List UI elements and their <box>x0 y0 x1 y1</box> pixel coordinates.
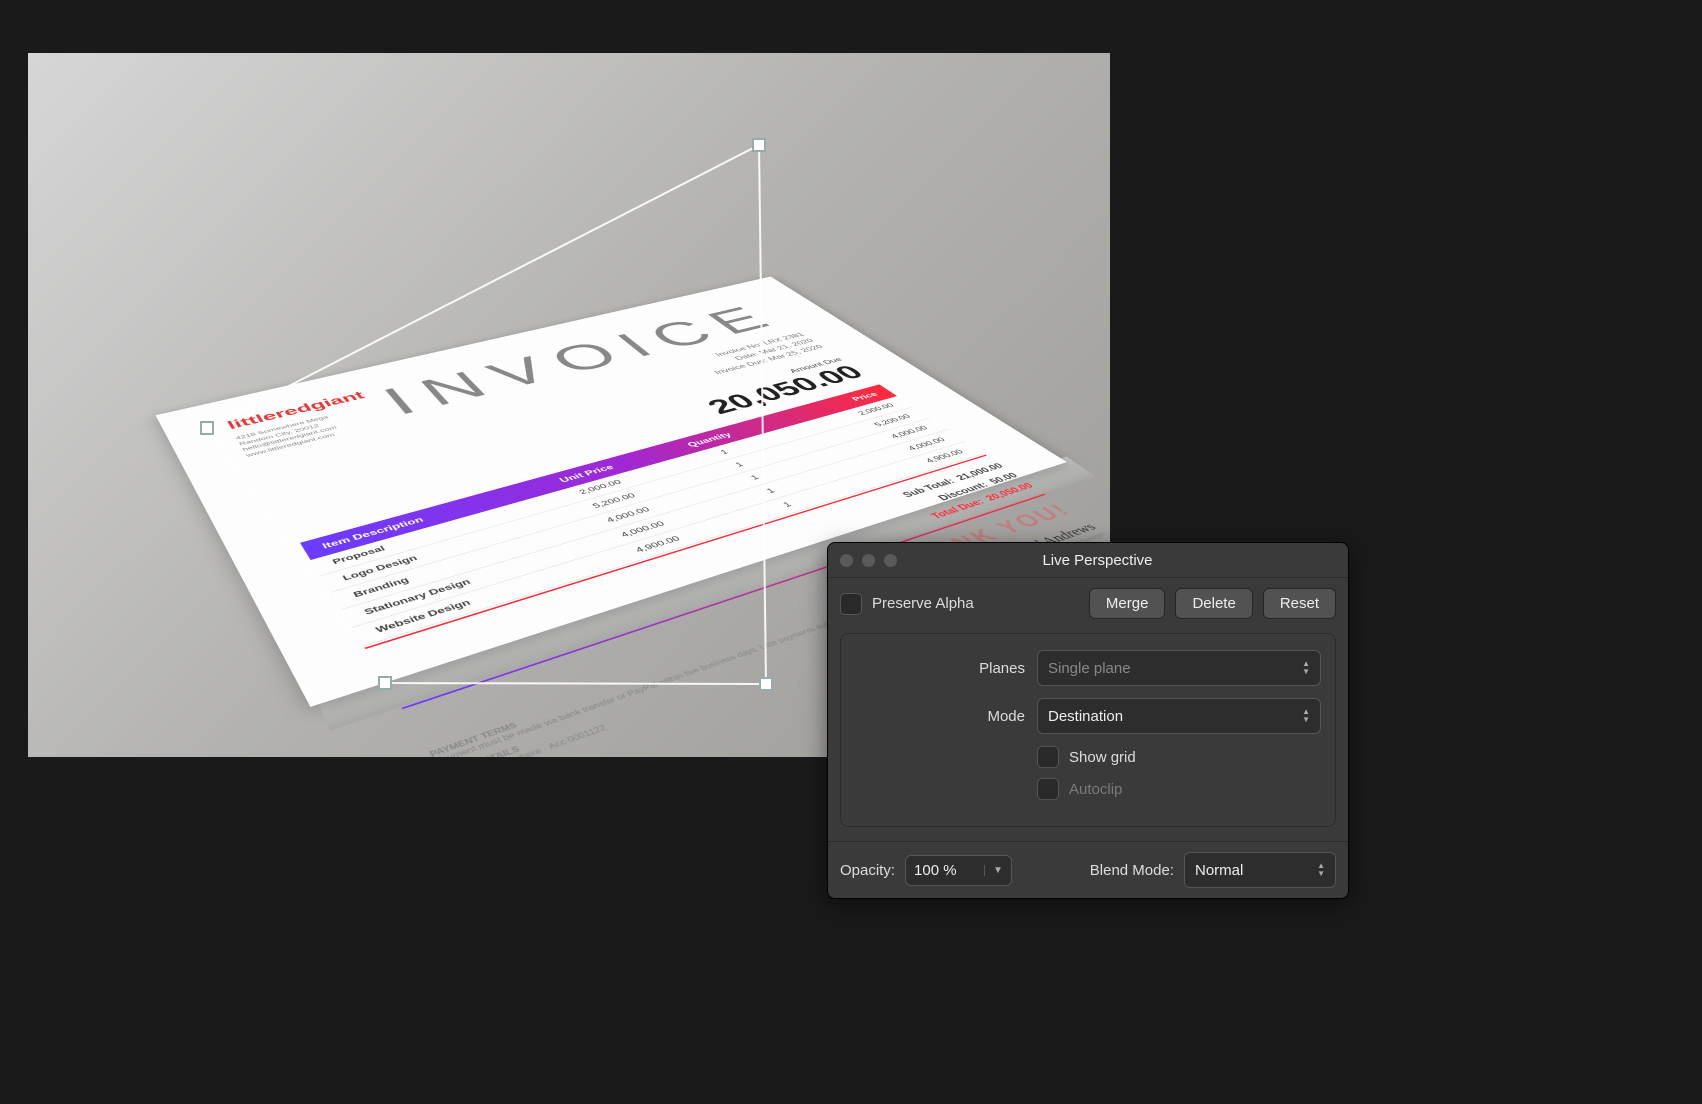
panel-title: Live Perspective <box>909 552 1336 569</box>
live-perspective-panel: Live Perspective Preserve Alpha Merge De… <box>827 542 1349 899</box>
planes-select[interactable]: Single plane ▲▼ <box>1037 650 1321 686</box>
stepper-icon: ▲▼ <box>1317 862 1325 878</box>
blend-mode-select[interactable]: Normal ▲▼ <box>1184 852 1336 888</box>
window-minimize-icon[interactable] <box>862 554 875 567</box>
preserve-alpha-label: Preserve Alpha <box>872 595 974 612</box>
perspective-handle-right[interactable] <box>759 677 773 691</box>
mode-select[interactable]: Destination ▲▼ <box>1037 698 1321 734</box>
opacity-label: Opacity: <box>840 862 895 879</box>
autoclip-checkbox[interactable] <box>1037 778 1059 800</box>
blend-mode-label: Blend Mode: <box>1090 862 1174 879</box>
chevron-down-icon[interactable]: ▼ <box>984 865 1011 876</box>
reset-button[interactable]: Reset <box>1263 588 1336 619</box>
delete-button[interactable]: Delete <box>1175 588 1252 619</box>
perspective-handle-top[interactable] <box>752 138 766 152</box>
merge-button[interactable]: Merge <box>1089 588 1166 619</box>
opacity-combo[interactable]: ▼ <box>905 855 1012 886</box>
window-close-icon[interactable] <box>840 554 853 567</box>
show-grid-checkbox[interactable] <box>1037 746 1059 768</box>
autoclip-label: Autoclip <box>1069 781 1122 798</box>
stepper-icon: ▲▼ <box>1302 708 1310 724</box>
planes-label: Planes <box>855 660 1025 677</box>
window-zoom-icon[interactable] <box>884 554 897 567</box>
panel-titlebar[interactable]: Live Perspective <box>828 543 1348 578</box>
perspective-handle-left[interactable] <box>200 421 214 435</box>
opacity-input[interactable] <box>906 856 984 885</box>
preserve-alpha-checkbox[interactable] <box>840 593 862 615</box>
mode-label: Mode <box>855 708 1025 725</box>
perspective-handle-bottom[interactable] <box>378 676 392 690</box>
stepper-icon: ▲▼ <box>1302 660 1310 676</box>
show-grid-label: Show grid <box>1069 749 1136 766</box>
